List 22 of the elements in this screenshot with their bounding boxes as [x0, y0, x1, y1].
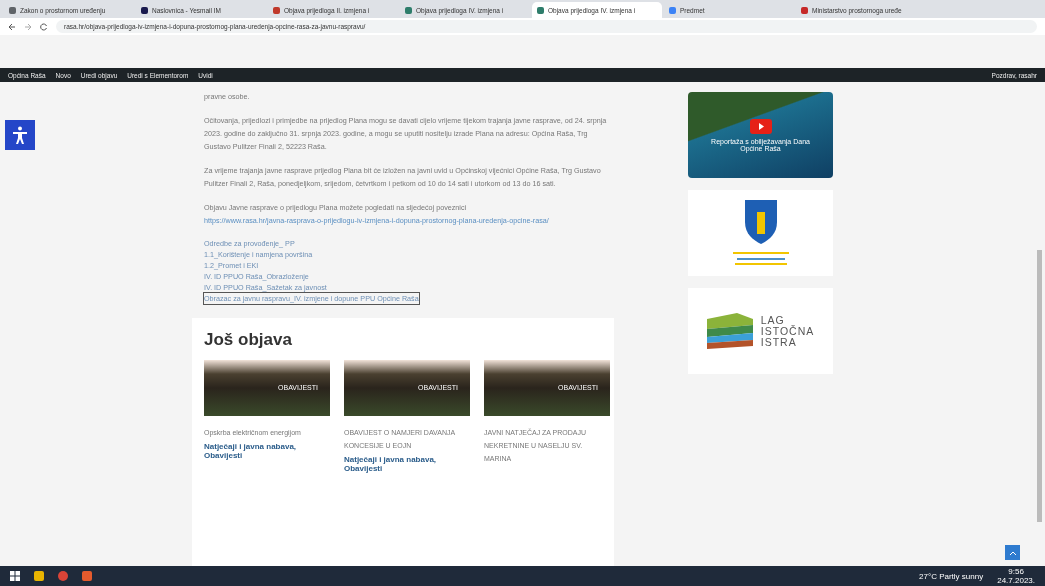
forward-icon[interactable] [24, 22, 32, 31]
coat-of-arms-drawing [730, 198, 791, 268]
coat-of-arms-banner[interactable] [688, 190, 833, 276]
layered-hills-icon [706, 311, 753, 351]
accessibility-icon [12, 126, 28, 144]
reload-icon[interactable] [40, 22, 48, 31]
logo-text: LAG [760, 314, 785, 326]
chevron-up-icon [1008, 549, 1017, 556]
scroll-to-top-button[interactable] [1005, 545, 1020, 560]
logo-text: ISTOČNA [760, 325, 815, 337]
clock: 9:56 24.7.2023. [997, 567, 1035, 585]
windows-start-icon[interactable] [10, 571, 20, 581]
category-link[interactable]: Natječaji i javna nabava, Obavijesti [344, 455, 470, 473]
accessibility-button[interactable] [5, 120, 35, 150]
back-icon[interactable] [8, 22, 16, 31]
logo-text: ISTRA [760, 336, 798, 348]
weather-text: 27°C Partly sunny [919, 571, 984, 581]
category-link[interactable]: Natječaji i javna nabava, Obavijesti [204, 442, 330, 460]
scrollbar-thumb[interactable] [1037, 250, 1042, 522]
section-heading: Još objava [204, 330, 293, 350]
play-icon [749, 118, 772, 134]
lag-logo-banner[interactable]: LAG ISTOČNA ISTRA [688, 288, 833, 374]
